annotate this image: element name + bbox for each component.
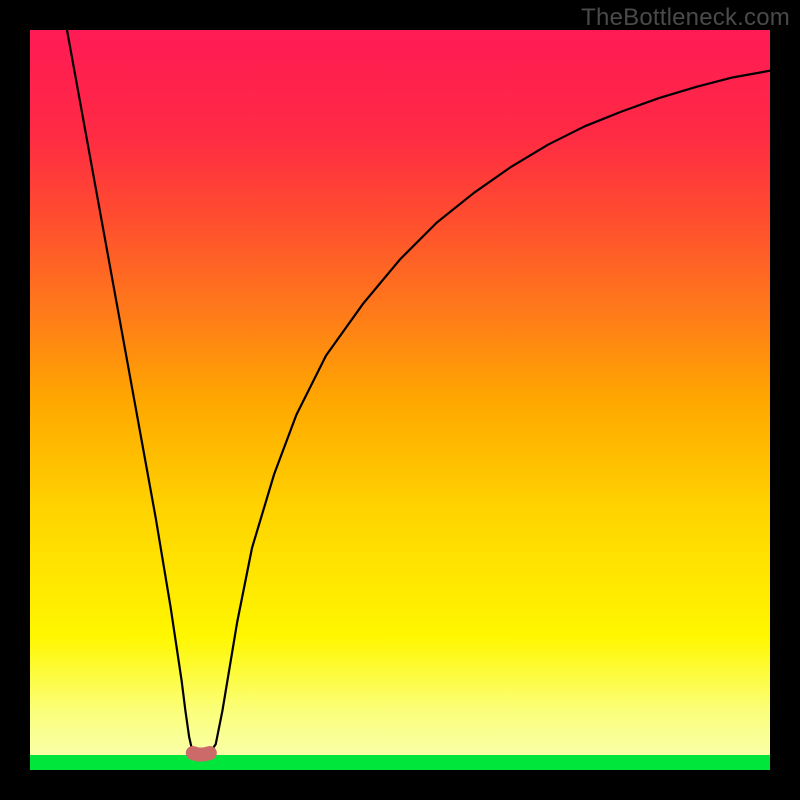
bottleneck-curve <box>67 30 770 754</box>
plot-area <box>30 30 770 770</box>
curves-svg <box>30 30 770 770</box>
chart-frame: TheBottleneck.com <box>0 0 800 800</box>
watermark-text: TheBottleneck.com <box>581 4 790 32</box>
sweet-spot-marker <box>193 753 210 754</box>
